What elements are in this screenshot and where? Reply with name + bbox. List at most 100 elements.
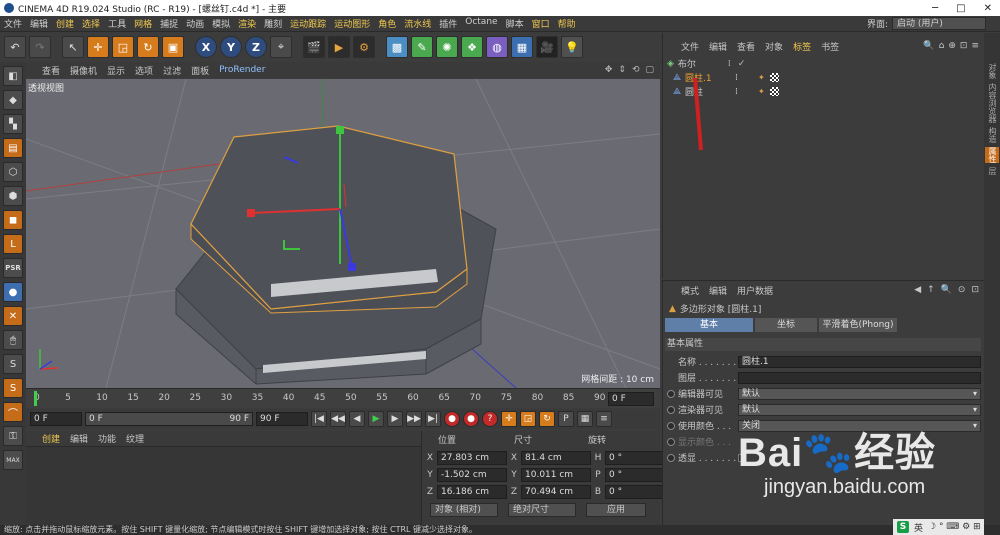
undo-icon[interactable]: ↶ <box>4 36 26 58</box>
start-frame-field[interactable]: 0 F <box>30 412 82 426</box>
floor-environment-icon[interactable]: ▦ <box>511 36 533 58</box>
redo-icon[interactable]: ↷ <box>29 36 51 58</box>
material-menu-function[interactable]: 功能 <box>98 432 116 445</box>
menu-item[interactable]: 帮助 <box>558 17 576 30</box>
menu-item[interactable]: 运动跟踪 <box>290 17 326 30</box>
size-field[interactable]: 70.494 cm <box>521 485 591 499</box>
side-tab[interactable]: 层 <box>985 167 999 175</box>
back-arrow-icon[interactable]: ◀ <box>914 285 921 295</box>
attr-menu-mode[interactable]: 模式 <box>681 284 699 297</box>
attribute-text-field[interactable]: 圆柱.1 <box>738 355 981 368</box>
object-menu-item[interactable]: 查看 <box>737 40 755 53</box>
viewport-menu-prorender[interactable]: ProRender <box>219 65 265 75</box>
attribute-tab[interactable]: 坐标 <box>755 318 817 332</box>
search-icon[interactable]: 🔍 <box>941 285 952 295</box>
object-name[interactable]: 布尔 <box>678 57 728 70</box>
y-axis-lock-icon[interactable]: Y <box>220 36 242 58</box>
make-editable-icon[interactable]: ◧ <box>3 66 23 86</box>
scale-icon[interactable]: ◲ <box>112 36 134 58</box>
magnet-icon[interactable]: ⌒ <box>3 402 23 422</box>
camera-icon[interactable]: 🎥 <box>536 36 558 58</box>
material-tag-icon[interactable] <box>770 73 780 82</box>
size-field[interactable]: 81.4 cm <box>521 451 591 465</box>
coordinate-system-icon[interactable]: ⌖ <box>270 36 292 58</box>
subdivision-surface-icon[interactable]: ✺ <box>436 36 458 58</box>
object-row[interactable]: ◈ 布尔 ⁞ ✓ <box>667 57 981 71</box>
menu-item[interactable]: 动画 <box>186 17 204 30</box>
menu-item[interactable]: 脚本 <box>506 17 524 30</box>
key-scale-icon[interactable]: ◲ <box>520 411 536 427</box>
up-arrow-icon[interactable]: ↑ <box>927 285 935 295</box>
solo-hierarchy-icon[interactable]: S <box>3 378 23 398</box>
minimize-button[interactable]: ─ <box>932 3 938 14</box>
menu-item[interactable]: 雕刻 <box>264 17 282 30</box>
attribute-dropdown[interactable]: 默认 <box>738 387 981 400</box>
texture-mode-icon[interactable]: ▚ <box>3 114 23 134</box>
array-generator-icon[interactable]: ❖ <box>461 36 483 58</box>
menu-item[interactable]: 模拟 <box>212 17 230 30</box>
search-icon[interactable]: 🔍 <box>923 41 934 51</box>
menu-item[interactable]: 捕捉 <box>160 17 178 30</box>
new-panel-icon[interactable]: ⊡ <box>971 285 979 295</box>
current-frame-field[interactable]: 0 F <box>608 392 654 406</box>
autokey-icon[interactable]: ● <box>463 411 479 427</box>
rotation-field[interactable]: 0 ° <box>605 451 663 465</box>
object-row[interactable]: ⟁ 圆柱 ⁞ ✦ <box>667 85 981 98</box>
previous-frame-icon[interactable]: ◀ <box>349 411 365 427</box>
bookmark-icon[interactable]: ⊕ <box>948 41 956 51</box>
side-tab[interactable]: 构造 <box>985 127 999 143</box>
keyframe-radio[interactable] <box>667 453 675 462</box>
render-settings-icon[interactable]: ⚙ <box>353 36 375 58</box>
interface-dropdown[interactable]: 启动 (用户) <box>892 17 986 30</box>
perspective-viewport[interactable]: 透视视图 网格间距 : 10 cm <box>26 79 660 388</box>
menu-item[interactable]: 角色 <box>378 17 396 30</box>
panel-menu-icon[interactable]: ≡ <box>971 41 979 51</box>
object-menu-item[interactable]: 文件 <box>681 40 699 53</box>
tweak-mode-icon[interactable]: 🖱 <box>3 330 23 350</box>
snap-icon[interactable]: ✕ <box>3 306 23 326</box>
side-tab[interactable]: 属性 <box>985 147 999 163</box>
material-menu-create[interactable]: 创建 <box>42 432 60 445</box>
ime-language[interactable]: 英 <box>914 521 923 534</box>
object-menu-item[interactable]: 书签 <box>821 40 839 53</box>
attribute-tab[interactable]: 平滑着色(Phong) <box>819 318 897 332</box>
attribute-dropdown[interactable]: 默认 <box>738 403 981 416</box>
render-view-icon[interactable]: 🎬 <box>303 36 325 58</box>
playhead[interactable] <box>34 391 37 406</box>
position-field[interactable]: 16.186 cm <box>437 485 507 499</box>
menu-item[interactable]: 选择 <box>82 17 100 30</box>
material-menu-texture[interactable]: 纹理 <box>126 432 144 445</box>
viewport-menu-filter[interactable]: 过滤 <box>163 64 181 77</box>
viewport-menu-view[interactable]: 查看 <box>42 64 60 77</box>
render-picture-viewer-icon[interactable]: ▶ <box>328 36 350 58</box>
attribute-tab[interactable]: 基本 <box>665 318 753 332</box>
lock-workplane-icon[interactable]: ⚿ <box>3 426 23 446</box>
menu-item[interactable]: 渲染 <box>238 17 256 30</box>
close-button[interactable]: ✕ <box>984 3 992 14</box>
timeline-ruler[interactable]: 051015202530354045505560657075808590 0 F <box>26 388 660 408</box>
record-active-icon[interactable]: ● <box>444 411 460 427</box>
play-forward-icon[interactable]: ▶ <box>368 411 384 427</box>
rotation-field[interactable]: 0 ° <box>605 485 663 499</box>
menu-item[interactable]: 文件 <box>4 17 22 30</box>
object-menu-item[interactable]: 标签 <box>793 40 811 53</box>
key-rotation-icon[interactable]: ↻ <box>539 411 555 427</box>
orbit-icon[interactable]: ⟲ <box>632 65 640 75</box>
points-mode-icon[interactable]: ⬡ <box>3 162 23 182</box>
maximize-button[interactable]: □ <box>956 3 965 14</box>
menu-item[interactable]: 工具 <box>108 17 126 30</box>
position-field[interactable]: 27.803 cm <box>437 451 507 465</box>
phong-tag-icon[interactable]: ✦ <box>758 87 767 96</box>
z-axis-lock-icon[interactable]: Z <box>245 36 267 58</box>
key-pla-icon[interactable]: ▦ <box>577 411 593 427</box>
visibility-dots-icon[interactable]: ⁞ <box>735 87 743 97</box>
light-icon[interactable]: 💡 <box>561 36 583 58</box>
go-to-start-icon[interactable]: |◀ <box>311 411 327 427</box>
model-mode-icon[interactable]: ◆ <box>3 90 23 110</box>
timeline-menu-icon[interactable]: ≡ <box>596 411 612 427</box>
ime-tool-icons[interactable]: ☽ ° ⌨ ⚙ ⊞ <box>928 522 981 532</box>
attribute-checkbox[interactable] <box>738 453 746 462</box>
material-tag-icon[interactable] <box>770 87 780 96</box>
polygons-mode-icon[interactable]: ◼ <box>3 210 23 230</box>
enabled-check[interactable]: ✓ <box>738 59 748 69</box>
